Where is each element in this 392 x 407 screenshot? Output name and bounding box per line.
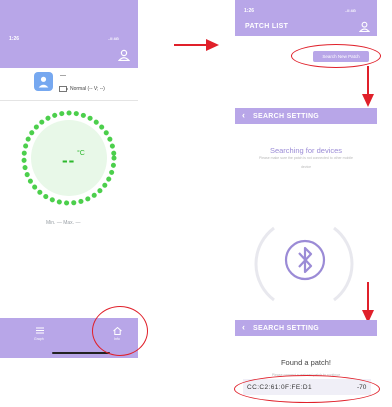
status-time: 1:26 — [9, 36, 20, 42]
graph-icon[interactable] — [36, 327, 44, 334]
status-signal: ..ll 4G — [345, 8, 356, 13]
device-status: Normal (-- V; --) — [70, 86, 105, 92]
status-time: 1:26 — [244, 8, 255, 14]
patch-list-title: PATCH LIST — [245, 23, 289, 30]
searching-subtext: Please make sure the patch is not connec… — [255, 152, 357, 170]
status-signal: ..ll 4G — [108, 36, 119, 41]
found-title: SEARCH SETTING — [253, 325, 320, 332]
arrow-down — [362, 66, 374, 107]
home-indicator — [52, 352, 110, 354]
highlight-ellipse-search — [291, 44, 381, 68]
footer-caption: Min. — Max. — — [46, 220, 81, 226]
back-chevron-icon[interactable]: ‹ — [242, 110, 245, 120]
bluetooth-icon — [284, 239, 326, 281]
left-phone-screen: 1:26 ..ll 4G — Normal (-- V; --) -- °C M… — [0, 0, 138, 358]
battery-icon — [59, 86, 68, 92]
nav-left-label[interactable]: Graph — [34, 337, 44, 341]
divider — [0, 100, 138, 101]
arrow-down — [362, 282, 374, 323]
device-name: — — [60, 73, 66, 79]
temperature-unit: °C — [77, 150, 85, 157]
profile-icon[interactable] — [118, 49, 130, 61]
back-chevron-icon[interactable]: ‹ — [242, 322, 245, 332]
highlight-circle-home — [92, 306, 148, 356]
search-setting-screen: ‹ SEARCH SETTING Searching for devices P… — [235, 108, 377, 308]
profile-icon[interactable] — [359, 21, 370, 32]
highlight-ellipse-device — [234, 375, 380, 403]
search-title: SEARCH SETTING — [253, 113, 320, 120]
temperature-value: -- — [62, 151, 76, 170]
person-icon — [38, 76, 49, 88]
arrow-right — [174, 39, 219, 51]
patch-list-header — [235, 0, 377, 36]
searching-subtext-text: Please make sure the patch is not connec… — [259, 156, 353, 169]
